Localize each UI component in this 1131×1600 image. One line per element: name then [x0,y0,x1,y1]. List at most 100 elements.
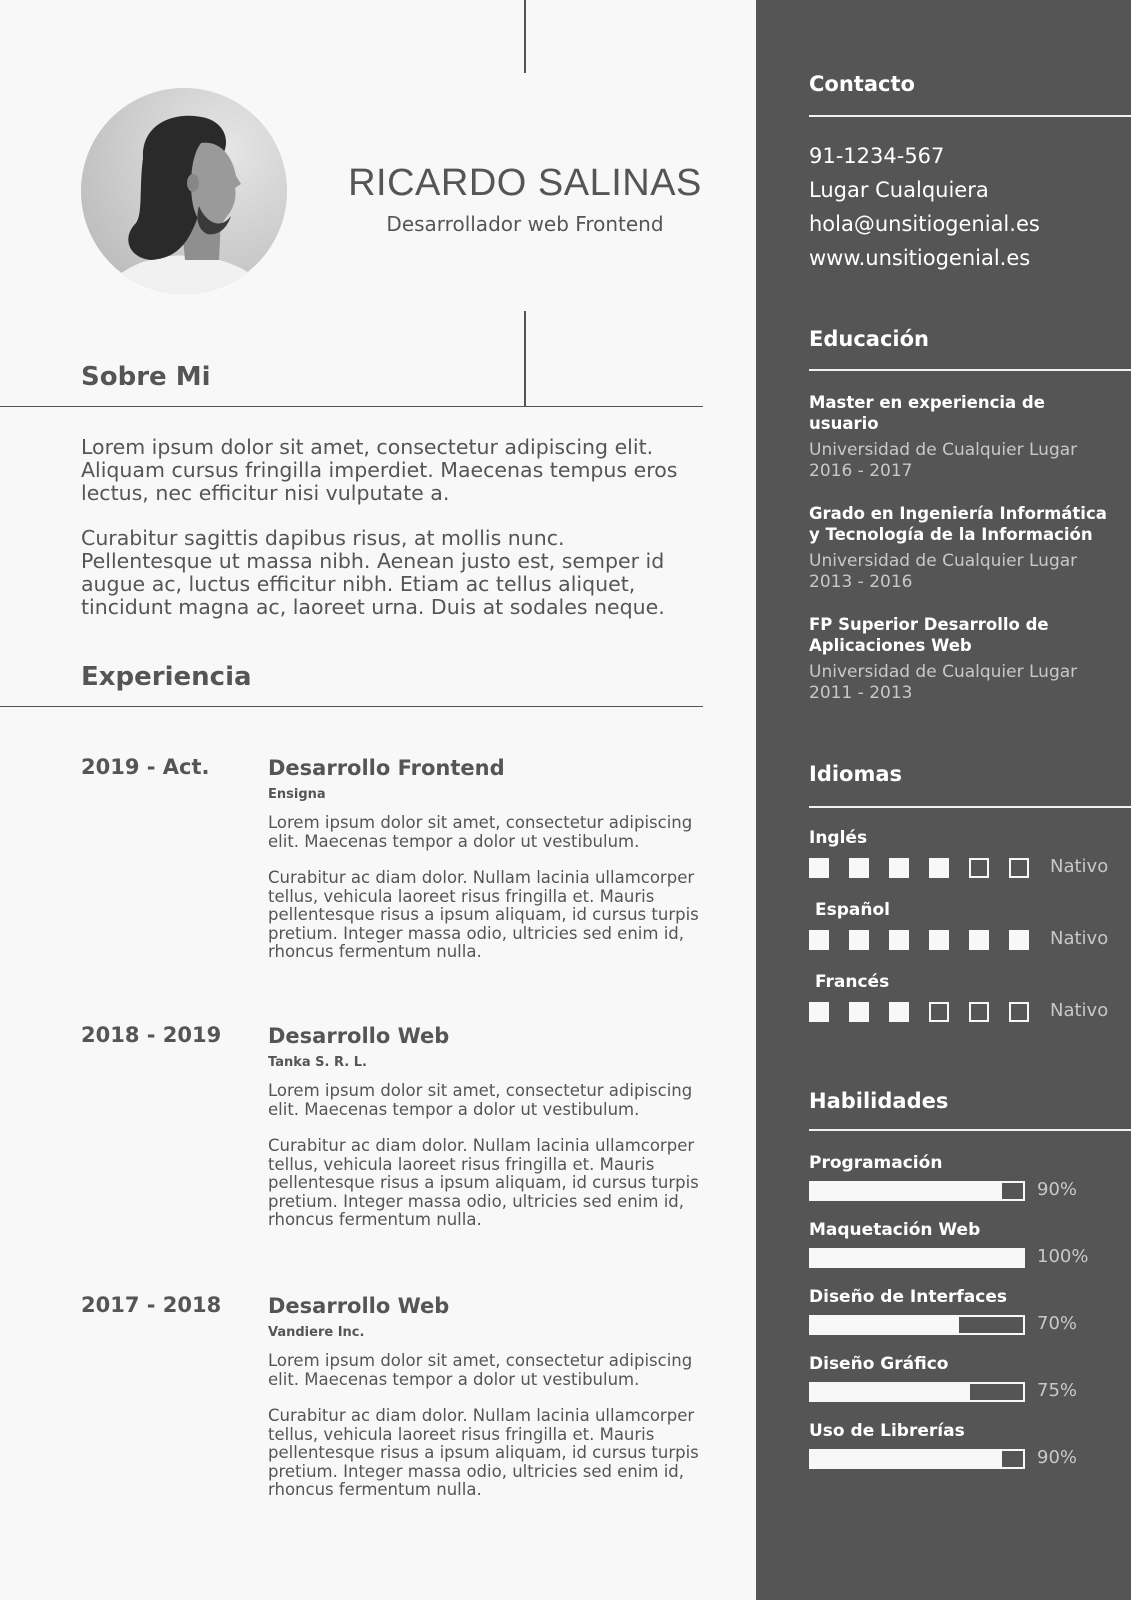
experience-description: Curabitur ac diam dolor. Nullam lacinia … [268,868,699,961]
languages-heading: Idiomas [809,762,903,786]
level-square-filled [889,858,909,878]
level-square-filled [809,1002,829,1022]
contact-list: 91-1234-567 Lugar Cualquiera hola@unsiti… [809,139,1040,275]
education-rule [809,369,1131,371]
skill-percent: 70% [1037,1313,1078,1334]
education-school: Universidad de Cualquier Lugar [809,551,1078,571]
skill-bar-fill [811,1250,1023,1266]
skill-bar [809,1449,1025,1469]
level-square-filled [889,930,909,950]
skill-name: Uso de Librerías [809,1421,965,1441]
level-square-filled [809,930,829,950]
level-square-empty [929,1002,949,1022]
level-square-empty [1009,1002,1029,1022]
experience-title: Desarrollo Web [268,1024,450,1048]
language-level-label: Nativo [1050,856,1109,877]
language-name: Inglés [809,828,868,848]
level-square-filled [889,1002,909,1022]
language-level-row: Nativo [809,928,1109,954]
experience-company: Vandiere Inc. [268,1325,365,1340]
level-square-filled [929,930,949,950]
level-square-empty [1009,858,1029,878]
experience-company: Tanka S. R. L. [268,1055,367,1070]
language-name: Español [815,900,890,920]
skill-item: Diseño Gráfico 75% [809,1354,1109,1404]
experience-date: 2017 - 2018 [81,1293,222,1317]
education-school: Universidad de Cualquier Lugar [809,662,1078,682]
about-rule [0,406,703,407]
skill-name: Maquetación Web [809,1220,981,1240]
experience-company: Ensigna [268,787,326,802]
skill-bar [809,1181,1025,1201]
level-square-filled [1009,930,1029,950]
experience-date: 2018 - 2019 [81,1023,222,1047]
level-square-filled [809,858,829,878]
experience-description: Curabitur ac diam dolor. Nullam lacinia … [268,1136,699,1229]
sidebar: Contacto 91-1234-567 Lugar Cualquiera ho… [756,0,1131,1600]
education-years: 2011 - 2013 [809,683,913,703]
skill-name: Diseño de Interfaces [809,1287,1007,1307]
skill-percent: 75% [1037,1380,1078,1401]
full-name: RICARDO SALINAS [348,162,702,204]
about-heading: Sobre Mi [81,362,211,392]
language-level-row: Nativo [809,856,1109,882]
skills-heading: Habilidades [809,1089,949,1113]
skill-bar-fill [811,1451,1002,1467]
education-heading: Educación [809,327,929,351]
education-item: FP Superior Desarrollo de Aplicaciones W… [809,614,1109,704]
resume-page: RICARDO SALINAS Desarrollador web Fronte… [0,0,1131,1600]
education-school: Universidad de Cualquier Lugar [809,440,1078,460]
skill-item: Diseño de Interfaces 70% [809,1287,1109,1337]
top-divider-line [524,0,526,73]
skill-bar [809,1382,1025,1402]
portrait-image [81,88,287,294]
mid-divider-line [524,311,526,407]
about-paragraph: Lorem ipsum dolor sit amet, consectetur … [81,435,678,505]
skill-name: Diseño Gráfico [809,1354,949,1374]
profile-photo [81,88,287,294]
contact-phone: 91-1234-567 [809,144,945,168]
contact-heading: Contacto [809,72,915,96]
experience-description: Lorem ipsum dolor sit amet, consectetur … [268,1351,693,1389]
skill-percent: 90% [1037,1179,1078,1200]
skills-rule [809,1129,1131,1131]
skill-bar [809,1315,1025,1335]
education-item: Master en experiencia de usuario Univers… [809,392,1109,482]
language-item: Inglés Nativo [809,828,1109,882]
experience-date: 2019 - Act. [81,755,210,779]
language-level-label: Nativo [1050,928,1109,949]
experience-rule [0,706,703,707]
education-years: 2016 - 2017 [809,461,913,481]
language-item: Español Nativo [809,900,1109,954]
contact-location: Lugar Cualquiera [809,178,989,202]
languages-rule [809,806,1131,808]
experience-description: Lorem ipsum dolor sit amet, consectetur … [268,1081,693,1119]
skill-percent: 100% [1037,1246,1089,1267]
about-text: Lorem ipsum dolor sit amet, consectetur … [81,436,701,641]
about-paragraph: Curabitur sagittis dapibus risus, at mol… [81,526,665,619]
skill-bar [809,1248,1025,1268]
skill-bar-fill [811,1317,960,1333]
contact-email[interactable]: hola@unsitiogenial.es [809,207,1040,241]
skill-item: Maquetación Web 100% [809,1220,1109,1270]
education-item: Grado en Ingeniería Informática y Tecnol… [809,503,1109,593]
experience-description: Lorem ipsum dolor sit amet, consectetur … [268,813,693,851]
level-square-empty [969,858,989,878]
level-square-empty [969,1002,989,1022]
contact-rule [809,115,1131,117]
level-square-filled [969,930,989,950]
contact-website[interactable]: www.unsitiogenial.es [809,241,1040,275]
education-years: 2013 - 2016 [809,572,913,592]
language-level-row: Nativo [809,1000,1109,1026]
level-square-filled [929,858,949,878]
education-degree: Grado en Ingeniería Informática y Tecnol… [809,504,1107,544]
level-square-filled [849,1002,869,1022]
skill-bar-fill [811,1183,1002,1199]
experience-description: Curabitur ac diam dolor. Nullam lacinia … [268,1406,699,1499]
education-degree: Master en experiencia de usuario [809,393,1045,433]
experience-heading: Experiencia [81,662,252,692]
skill-bar-fill [811,1384,970,1400]
skill-item: Programación 90% [809,1153,1109,1203]
experience-title: Desarrollo Web [268,1294,450,1318]
language-item: Francés Nativo [809,972,1109,1026]
